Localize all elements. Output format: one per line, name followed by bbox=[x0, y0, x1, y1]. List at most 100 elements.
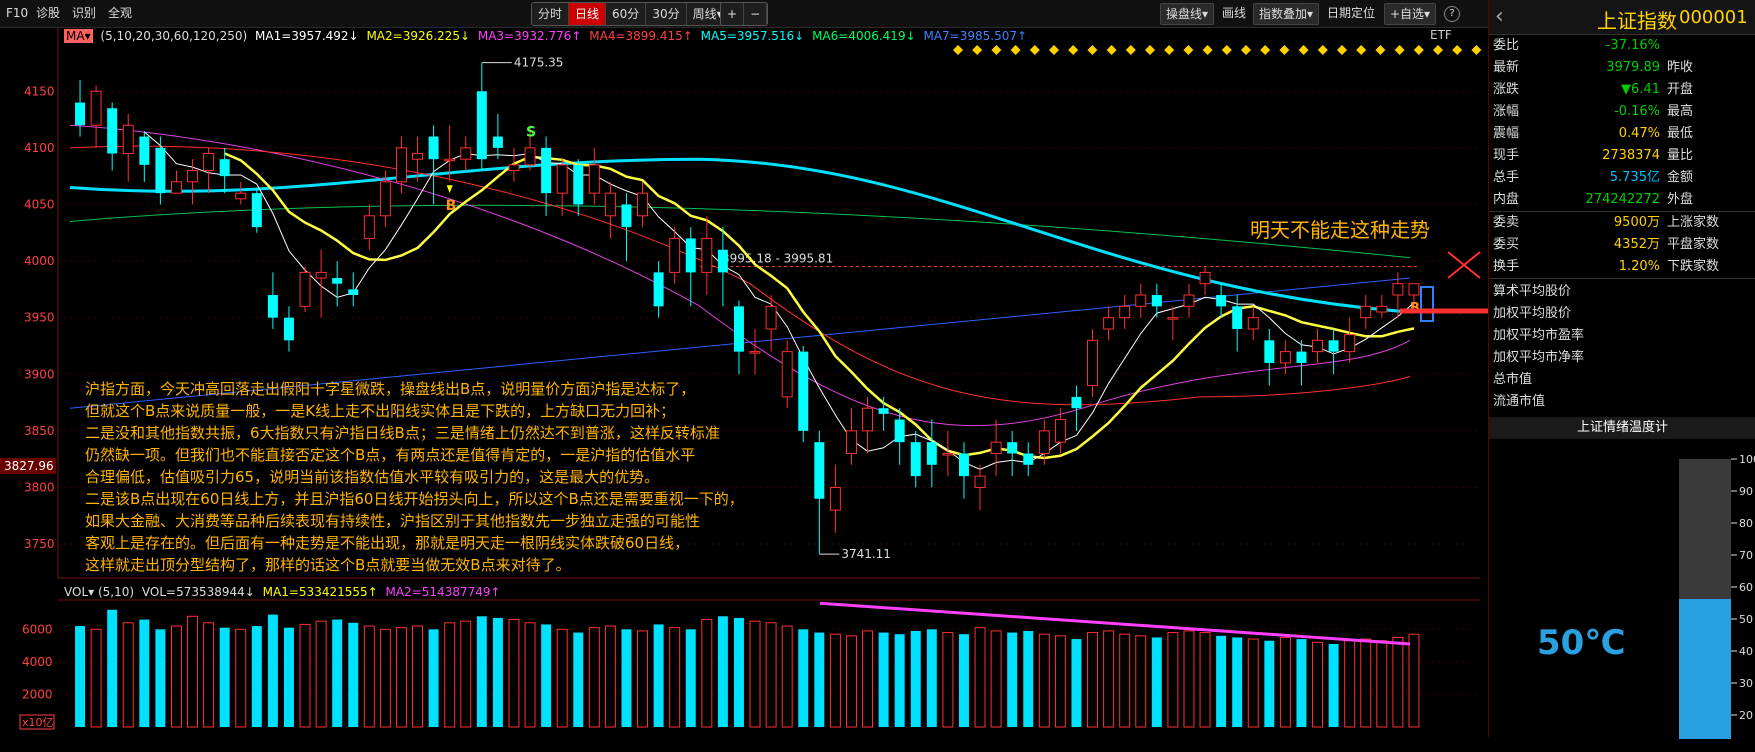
volume-bar bbox=[990, 630, 1002, 728]
candle-body bbox=[203, 153, 215, 172]
candle-body bbox=[170, 181, 182, 194]
annotation-line: 二是没和其他指数共振，6大指数只有沪指日线B点；三是情绪上仍然达不到普涨，这样反… bbox=[85, 424, 720, 442]
volume-bar bbox=[1135, 635, 1147, 728]
volume-bar bbox=[348, 622, 359, 727]
candle-body bbox=[1296, 351, 1307, 363]
y-tick-label: 4100 bbox=[24, 141, 55, 155]
quote-label: 委买 bbox=[1493, 237, 1520, 252]
volume-bar bbox=[1360, 638, 1372, 728]
high-label: 4175.35 bbox=[514, 56, 564, 70]
candle-body bbox=[379, 181, 391, 217]
candle-body bbox=[765, 305, 777, 330]
volume-header: VOL▾ (5,10) VOL=573538944↓ MA1=533421555… bbox=[64, 584, 501, 600]
volume-bar bbox=[267, 614, 278, 727]
volume-bar bbox=[1376, 640, 1388, 728]
candle-body bbox=[524, 147, 536, 166]
quote-row: 内盘 274242272 外盘 bbox=[1489, 189, 1755, 211]
quote-value: 4352万 bbox=[1613, 237, 1660, 252]
candle-body bbox=[476, 91, 487, 160]
kline-chart[interactable]: 3750 3800 3850 3900 3950 4000 4050 4100 4150 3995… bbox=[0, 0, 1488, 737]
volume-bar bbox=[621, 629, 632, 727]
volume-bar bbox=[379, 628, 391, 728]
quote-row: 涨幅 -0.16% 最高 bbox=[1489, 101, 1755, 123]
volume-bar bbox=[1023, 630, 1034, 727]
vol-trend-line bbox=[819, 601, 1411, 646]
quote-value: 0.47% bbox=[1618, 126, 1660, 141]
vol-tick-label: 4000 bbox=[22, 655, 53, 669]
signal-diamond-icon bbox=[1010, 45, 1021, 55]
volume-bar bbox=[1232, 637, 1243, 727]
stat-row: 加权平均市盈率 bbox=[1489, 325, 1755, 347]
analysis-annotation: 沪指方面，今天冲高回落走出假阳十字星微跌，操盘线出B点，说明量价方面沪指是达标了… bbox=[85, 378, 785, 576]
volume-bar bbox=[845, 635, 857, 728]
candle-body bbox=[1312, 339, 1324, 353]
candle-body bbox=[926, 442, 937, 465]
annotation-line: 这样就走出顶分型结构了，那样的话这个B点就要当做无效B点来对待了。 bbox=[85, 556, 571, 574]
volume-bar bbox=[251, 626, 262, 727]
candle-body bbox=[122, 124, 134, 155]
order-row: 委买 4352万 平盘家数 bbox=[1489, 234, 1755, 256]
volume-bar bbox=[1312, 641, 1324, 728]
thermo-tick-label: 40 bbox=[1739, 645, 1753, 658]
candle-body bbox=[1376, 305, 1388, 313]
volume-bar bbox=[1392, 636, 1404, 728]
index-code: 000001 bbox=[1679, 7, 1748, 28]
candle-body bbox=[1264, 340, 1275, 363]
candle-body bbox=[829, 486, 841, 511]
candle-body bbox=[1344, 334, 1356, 353]
volume-bar bbox=[669, 627, 681, 728]
y-tick-label: 3950 bbox=[24, 311, 55, 325]
signal-diamond-icon bbox=[1068, 45, 1079, 55]
candle-body bbox=[669, 237, 681, 273]
candle-body bbox=[1135, 294, 1147, 307]
current-price-tag: 3827.96 bbox=[4, 459, 54, 473]
candle-body bbox=[541, 147, 552, 194]
volume-bar bbox=[588, 627, 600, 728]
volume-bar bbox=[556, 628, 568, 728]
quote-panel: ‹ 上证指数 000001 委比 -37.16% 最新 3979.89 昨收 涨跌 ▼6.4… bbox=[1488, 0, 1755, 739]
volume-bar bbox=[363, 625, 375, 728]
volume-bar bbox=[942, 632, 954, 728]
signal-diamond-icon bbox=[1337, 45, 1347, 55]
stat-label: 加权平均市盈率 bbox=[1493, 328, 1585, 343]
volume-bar bbox=[299, 623, 311, 728]
quote-label: 现手 bbox=[1493, 148, 1520, 163]
ma120-line bbox=[69, 157, 1411, 314]
thermo-tick-label: 20 bbox=[1739, 709, 1753, 722]
back-icon[interactable]: ‹ bbox=[1495, 4, 1504, 29]
candle-body bbox=[1392, 283, 1404, 296]
quote-label-right: 外盘 bbox=[1667, 192, 1694, 207]
candle-body bbox=[685, 238, 696, 273]
candle-body bbox=[1279, 351, 1291, 364]
volume-bar bbox=[637, 630, 649, 728]
thermo-title: 上证情绪温度计 bbox=[1489, 417, 1755, 439]
volume-bar bbox=[75, 626, 86, 727]
quote-label: 最新 bbox=[1493, 60, 1520, 75]
quote-label: 涨跌 bbox=[1493, 82, 1520, 97]
thermo-tick-label: 60 bbox=[1739, 581, 1753, 594]
signal-diamond-icon bbox=[1221, 45, 1232, 55]
buy-arrow-icon bbox=[446, 185, 453, 194]
candle-body bbox=[1360, 305, 1372, 319]
quote-label: 震幅 bbox=[1493, 126, 1520, 141]
vol-label[interactable]: VOL▾ (5,10) bbox=[64, 585, 134, 599]
volume-bar bbox=[958, 634, 969, 727]
signal-diamond-icon bbox=[1452, 45, 1463, 55]
volume-bar bbox=[974, 627, 986, 728]
volume-bar bbox=[653, 624, 664, 727]
volume-bar bbox=[170, 625, 182, 728]
candle-body bbox=[1007, 442, 1018, 454]
sell-signal-marker: S bbox=[526, 125, 536, 141]
quote-label-right: 上涨家数 bbox=[1667, 215, 1720, 230]
candle-body bbox=[1167, 317, 1179, 320]
annotation-line: 合理偏低，估值吸引力65，说明当前该指数估值水平较有吸引力的，这是最大的优势。 bbox=[85, 468, 660, 486]
volume-bar bbox=[524, 622, 536, 728]
quote-label-right: 量比 bbox=[1667, 148, 1694, 163]
signal-diamond-icon bbox=[1375, 45, 1386, 55]
vol-tick-label: 2000 bbox=[22, 687, 53, 701]
signal-diamond-icon bbox=[1356, 45, 1367, 55]
quote-value: 2738374 bbox=[1602, 148, 1660, 163]
quote-row: 涨跌 ▼6.41 开盘 bbox=[1489, 79, 1755, 101]
volume-bar bbox=[139, 619, 150, 727]
signal-diamond-icon bbox=[1087, 45, 1098, 55]
